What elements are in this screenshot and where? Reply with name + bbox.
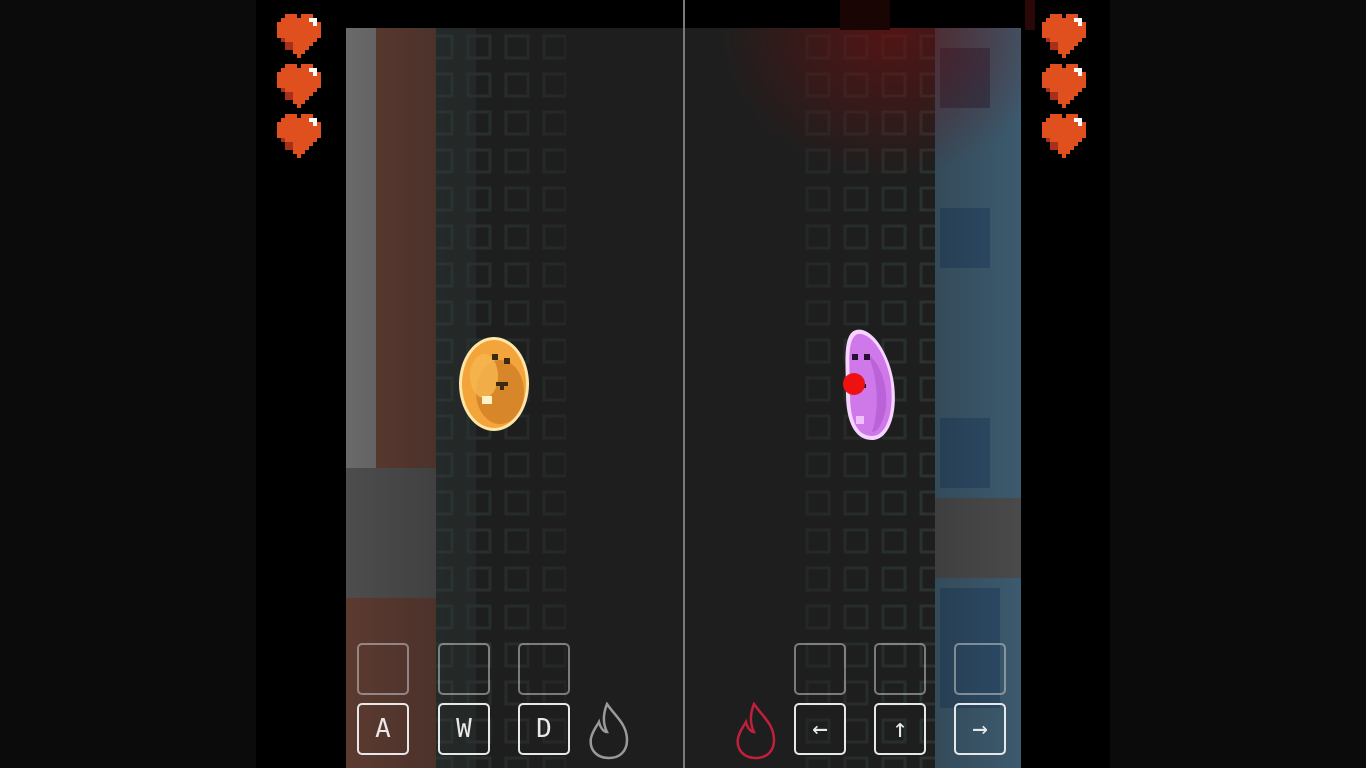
player2-slot-right [954, 643, 1006, 695]
player2-character-bean [838, 324, 900, 444]
player1-slot-jump [438, 643, 490, 695]
player1-flame-icon [585, 702, 633, 760]
player2-key-up-arrow[interactable]: ↑ [874, 703, 926, 755]
player1-key-d[interactable]: D [518, 703, 570, 755]
player1-slot-left [357, 643, 409, 695]
player1-heart-icon [277, 64, 325, 108]
player2-slot-jump [874, 643, 926, 695]
player2-key-right-arrow[interactable]: → [954, 703, 1006, 755]
player1-heart-icon [277, 114, 325, 158]
player1-heart-icon [277, 14, 325, 58]
player1-key-w[interactable]: W [438, 703, 490, 755]
top-red-glow-right [1025, 0, 1035, 30]
player2-heart-icon [1042, 14, 1090, 58]
player2-flame-icon [732, 702, 780, 760]
right-margin [1110, 0, 1366, 768]
top-red-glow [840, 0, 890, 30]
left-margin [0, 0, 256, 768]
player2-heart-icon [1042, 114, 1090, 158]
player2-heart-icon [1042, 64, 1090, 108]
player1-key-a[interactable]: A [357, 703, 409, 755]
split-screen-divider [683, 0, 685, 768]
player1-slot-right [518, 643, 570, 695]
player2-key-left-arrow[interactable]: ← [794, 703, 846, 755]
player1-character-potato [456, 334, 534, 434]
player2-slot-left [794, 643, 846, 695]
